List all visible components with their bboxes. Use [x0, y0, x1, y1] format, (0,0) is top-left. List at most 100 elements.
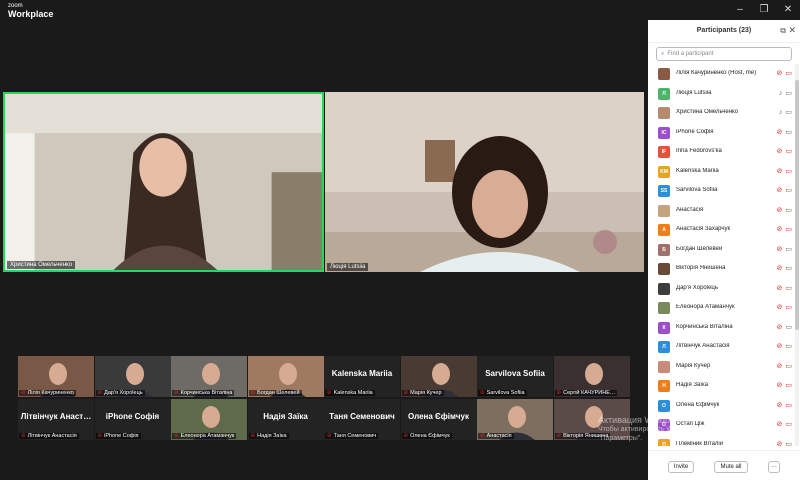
- gallery-tile[interactable]: ⊘ Елеонора Атаманчук: [171, 399, 247, 440]
- gallery-tile[interactable]: iPhone Софія ⊘ iPhone Софія: [94, 399, 171, 440]
- more-button[interactable]: ···: [768, 461, 780, 473]
- mic-off-icon: ⊘: [776, 70, 783, 77]
- participant-row[interactable]: Л Люція Lutsiia ♪ ▭: [648, 84, 794, 104]
- gallery-tile[interactable]: Таня Семенович ⊘ Таня Семенович: [324, 399, 400, 440]
- close-icon[interactable]: ✕: [788, 25, 796, 36]
- tile-name: Надія Заїка: [263, 412, 308, 421]
- participant-name: Анастасія Захарчук: [676, 226, 731, 232]
- gallery-tile[interactable]: Надія Заїка ⊘ Надія Заїка: [247, 399, 324, 440]
- tile-label-text: Сергій КАЧУРИНЕ…: [563, 390, 616, 396]
- avatar: KM: [658, 165, 670, 178]
- title-bar: zoom Workplace: [0, 0, 648, 20]
- mic-off-icon: ⊘: [556, 390, 562, 396]
- participant-row[interactable]: Б Богдан Шелевей ⊘ ▭: [648, 240, 794, 260]
- participant-row[interactable]: К Корчинська Віталіна ⊘ ▭: [648, 318, 794, 338]
- participant-name: Irina Fedorovs'ka: [676, 148, 722, 154]
- second-name: Люція Lutsiia: [327, 263, 369, 271]
- maximize-button[interactable]: ❐: [752, 0, 776, 20]
- gallery-tile[interactable]: Літвінчук Анаст… ⊘ Літвінчук Анастасія: [18, 399, 94, 440]
- camera-off-icon: ▭: [785, 343, 792, 350]
- mic-off-icon: ⊘: [776, 148, 783, 155]
- tile-label: ⊘ Анастасія: [478, 433, 514, 439]
- mic-off-icon: ⊘: [97, 433, 103, 439]
- participant-name: Корчинська Віталіна: [676, 323, 733, 330]
- participant-row[interactable]: SS Sarvilova Sofiia ⊘ ▭: [648, 181, 794, 201]
- close-window-button[interactable]: ✕: [776, 0, 800, 20]
- gallery-tile[interactable]: Kalenska Mariia ⊘ Kalenska Mariia: [324, 356, 400, 397]
- tile-label-text: Дар'я Хорolець: [104, 390, 143, 396]
- participant-row[interactable]: О Олена Єфімчук ⊘ ▭: [648, 396, 794, 416]
- participant-row[interactable]: Анастасія ⊘ ▭: [648, 201, 794, 221]
- participant-row[interactable]: Марія Кучер ⊘ ▭: [648, 357, 794, 377]
- participant-status: ⊘ ▭: [777, 186, 793, 194]
- tile-label-text: Літвінчук Анастасія: [27, 433, 77, 439]
- avatar: Л: [658, 87, 670, 100]
- participant-name: Надія Заїка: [676, 382, 709, 388]
- mic-off-icon: ⊘: [250, 390, 256, 396]
- camera-off-icon: ▭: [785, 226, 792, 233]
- avatar: А: [658, 224, 670, 236]
- minimize-button[interactable]: –: [728, 0, 752, 20]
- participant-row[interactable]: KM Kalenska Mariia ⊘ ▭: [648, 162, 794, 182]
- participant-name: Sarvilova Sofiia: [676, 187, 718, 193]
- panel-footer: Invite Mute all ···: [648, 450, 800, 480]
- gallery-tile[interactable]: Олена Єфімчук ⊘ Олена Єфімчук: [400, 399, 477, 440]
- mic-off-icon: ⊘: [776, 128, 783, 136]
- gallery-tile[interactable]: ⊘ Анастасія: [477, 399, 553, 440]
- participant-row[interactable]: Н Надія Заїка ⊘ ▭: [648, 376, 794, 396]
- participant-name: Дар'я Хорolець: [676, 284, 718, 291]
- mic-off-icon: ⊘: [776, 206, 783, 214]
- camera-off-icon: ▭: [785, 206, 792, 214]
- participant-status: ⊘ ▭: [777, 245, 793, 253]
- camera-icon: ▭: [785, 89, 792, 97]
- participant-row[interactable]: Вікторія Янишена ⊘ ▭: [648, 259, 794, 279]
- mic-off-icon: ⊘: [776, 382, 783, 389]
- participant-row[interactable]: Христина Омельченко ♪ ▭: [648, 103, 794, 123]
- mic-off-icon: ⊘: [776, 265, 783, 272]
- participant-name: Лілія Качуриненко (Host, me): [676, 70, 757, 76]
- scrollbar-thumb[interactable]: [795, 80, 799, 330]
- tile-name: Sarvilova Sofiia: [485, 369, 545, 378]
- tile-label-text: Марія Кучер: [410, 390, 442, 396]
- participant-row[interactable]: Л Літвінчук Анастасія ⊘ ▭: [648, 337, 794, 357]
- participant-row[interactable]: А Анастасія Захарчук ⊘ ▭: [648, 220, 794, 240]
- participant-name: Вікторія Янишена: [676, 265, 726, 271]
- participant-status: ⊘ ▭: [777, 303, 793, 311]
- participant-row[interactable]: IF Irina Fedorovs'ka ⊘ ▭: [648, 142, 794, 162]
- mute-all-button[interactable]: Mute all: [714, 461, 748, 473]
- camera-off-icon: ▭: [785, 148, 792, 155]
- participant-row[interactable]: Елеонора Атаманчук ⊘ ▭: [648, 298, 794, 318]
- video-tile-speaker[interactable]: Христина Омельченко: [3, 92, 324, 272]
- participant-row[interactable]: Дар'я Хорolець ⊘ ▭: [648, 279, 794, 299]
- participant-name: Люція Lutsiia: [676, 89, 712, 96]
- mic-off-icon: ⊘: [97, 390, 103, 396]
- tile-label: ⊘ Sarvilova Sofiia: [478, 390, 527, 396]
- participant-name: Літвінчук Анастасія: [676, 343, 730, 349]
- gallery-tile[interactable]: ⊘ Сергій КАЧУРИНЕ…: [553, 356, 630, 397]
- video-tile-second[interactable]: Люція Lutsiia: [325, 92, 644, 272]
- gallery-tile[interactable]: ⊘ Лілія Качуриненко: [18, 356, 94, 397]
- tile-label-text: Лілія Качуриненко: [27, 390, 74, 396]
- popout-icon[interactable]: ⧉: [780, 26, 786, 36]
- mic-off-icon: ⊘: [21, 433, 26, 439]
- tile-label: ⊘ Елеонора Атаманчук: [172, 433, 237, 439]
- video-stage: Христина Омельченко Люція Lutsiia ⊘ Лілія…: [0, 20, 648, 480]
- tile-label-text: Kalenska Mariia: [333, 390, 373, 396]
- avatar: IC: [658, 126, 670, 139]
- gallery-tile[interactable]: ⊘ Богдан Шелевей: [247, 356, 324, 397]
- avatar: Б: [658, 243, 670, 256]
- participant-row[interactable]: Лілія Качуриненко (Host, me) ⊘ ▭: [648, 64, 794, 84]
- gallery-tile[interactable]: Sarvilova Sofiia ⊘ Sarvilova Sofiia: [477, 356, 553, 397]
- participant-status: ⊘ ▭: [777, 323, 793, 331]
- camera-off-icon: ▭: [785, 70, 792, 77]
- gallery-tile[interactable]: ⊘ Марія Кучер: [400, 356, 477, 397]
- gallery-tile[interactable]: ⊘ Корчинська Віталіна: [171, 356, 247, 397]
- search-input[interactable]: ⌕ Find a participant: [656, 47, 792, 61]
- participant-row[interactable]: IC iPhone Софія ⊘ ▭: [648, 123, 794, 143]
- tile-label-text: Анастасія: [486, 433, 512, 439]
- participant-status: ⊘ ▭: [777, 69, 793, 77]
- invite-button[interactable]: Invite: [668, 461, 694, 473]
- mic-off-icon: ⊘: [174, 433, 179, 439]
- video-feed: [5, 94, 322, 270]
- gallery-tile[interactable]: ⊘ Дар'я Хорolець: [94, 356, 171, 397]
